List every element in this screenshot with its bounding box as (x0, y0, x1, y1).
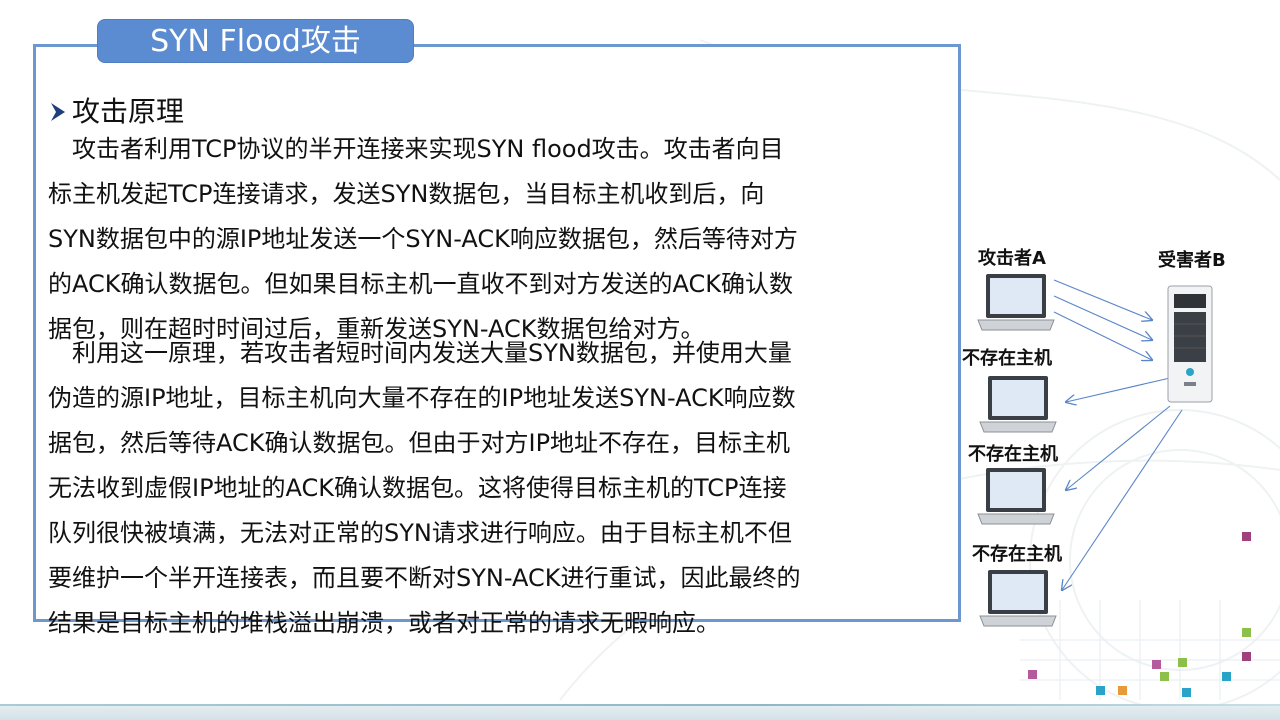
paragraph-line: 结果是目标主机的堆栈溢出崩溃，或者对正常的请求无暇响应。 (48, 609, 720, 637)
victim-label: 受害者B (1158, 250, 1226, 271)
syn-arrow (1053, 279, 1152, 320)
nonexistent-host-laptop-icon (979, 376, 1057, 433)
syn-arrow (1053, 295, 1152, 340)
footer-band (0, 706, 1280, 720)
paragraph-line: 无法收到虚假IP地址的ACK确认数据包。这将使得目标主机的TCP连接 (48, 474, 787, 502)
synack-arrow (1066, 405, 1171, 490)
nonexistent-host-laptop-icon (979, 570, 1057, 627)
paragraph-line: 的ACK确认数据包。但如果目标主机一直收不到对方发送的ACK确认数 (48, 270, 793, 298)
deco-square (1096, 686, 1105, 695)
syn-arrow (1053, 311, 1152, 360)
paragraph-line: SYN数据包中的源IP地址发送一个SYN-ACK响应数据包，然后等待对方 (48, 225, 798, 253)
host-label: 不存在主机 (968, 444, 1058, 465)
attacker-laptop-icon (977, 274, 1055, 331)
deco-square (1160, 672, 1169, 681)
host-label: 不存在主机 (962, 348, 1052, 369)
synack-arrow (1066, 377, 1171, 402)
paragraph-1: 攻击者利用TCP协议的半开连接来实现SYN flood攻击。攻击者向目 标主机发… (48, 127, 948, 352)
paragraph-2: 利用这一原理，若攻击者短时间内发送大量SYN数据包，并使用大量 伪造的源IP地址… (48, 331, 948, 646)
paragraph-line: 要维护一个半开连接表，而且要不断对SYN-ACK进行重试，因此最终的 (48, 564, 801, 592)
deco-square (1152, 660, 1161, 669)
paragraph-line: 利用这一原理，若攻击者短时间内发送大量SYN数据包，并使用大量 (48, 339, 792, 367)
paragraph-line: 攻击者利用TCP协议的半开连接来实现SYN flood攻击。攻击者向目 (48, 135, 784, 163)
host-label: 不存在主机 (972, 544, 1062, 565)
deco-square (1242, 652, 1251, 661)
deco-square (1178, 658, 1187, 667)
attacker-label: 攻击者A (978, 248, 1046, 269)
paragraph-line: 伪造的源IP地址，目标主机向大量不存在的IP地址发送SYN-ACK响应数 (48, 384, 796, 412)
syn-flood-diagram: 攻击者A 受害者B 不存在主机 不存在主机 不存在主机 (962, 228, 1262, 648)
deco-square (1182, 688, 1191, 697)
paragraph-line: 队列很快被填满，无法对正常的SYN请求进行响应。由于目标主机不但 (48, 519, 792, 547)
deco-square (1222, 672, 1231, 681)
deco-square (1028, 670, 1037, 679)
arrow-bullet-icon (51, 103, 65, 121)
nonexistent-host-laptop-icon (977, 468, 1055, 525)
victim-server-icon (1167, 285, 1213, 403)
paragraph-line: 据包，然后等待ACK确认数据包。但由于对方IP地址不存在，目标主机 (48, 429, 791, 457)
paragraph-line: 标主机发起TCP连接请求，发送SYN数据包，当目标主机收到后，向 (48, 180, 765, 208)
slide-title: SYN Flood攻击 (97, 19, 414, 63)
section-heading-text: 攻击原理 (72, 95, 185, 128)
synack-arrow (1062, 409, 1183, 590)
section-heading: 攻击原理 (48, 92, 184, 132)
deco-square (1118, 686, 1127, 695)
